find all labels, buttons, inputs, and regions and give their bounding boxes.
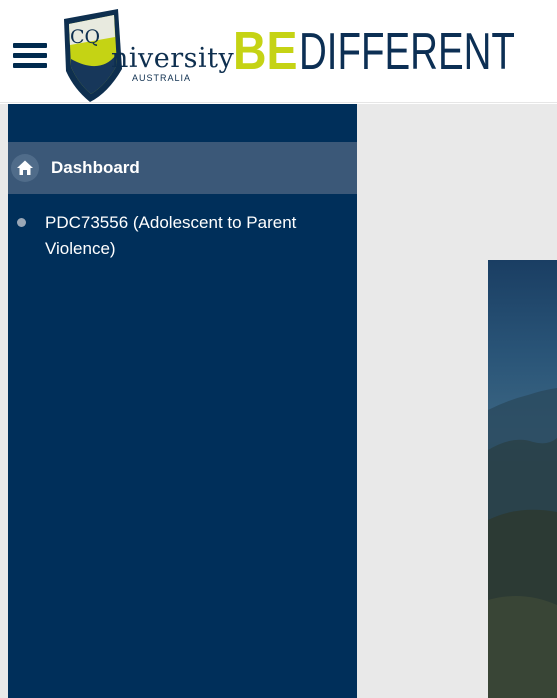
menu-bar (13, 43, 47, 48)
hero-image (488, 260, 557, 698)
sidebar-item-label: PDC73556 (Adolescent to Parent Violence) (45, 213, 297, 258)
sidebar-item-label: Dashboard (51, 158, 140, 177)
home-icon (11, 154, 39, 182)
sidebar-item-course[interactable]: PDC73556 (Adolescent to Parent Violence) (8, 210, 357, 266)
svg-text:CQ: CQ (70, 26, 100, 48)
mountain-landscape-image (488, 388, 557, 698)
sidebar-nav: Dashboard PDC73556 (Adolescent to Parent… (8, 104, 357, 698)
sidebar-item-dashboard[interactable]: Dashboard (8, 142, 357, 194)
cqu-logo[interactable]: CQ niversity AUSTRALIA (60, 9, 234, 105)
logo-subline: AUSTRALIA (132, 73, 192, 83)
menu-bar (13, 63, 47, 68)
slogan-different: DIFFERENT (299, 23, 515, 81)
bullet-icon (17, 218, 26, 227)
top-header: CQ niversity AUSTRALIA BEDIFFERENT (0, 0, 557, 103)
logo-wordmark: niversity (111, 43, 235, 74)
slogan-be: BE (233, 21, 298, 81)
menu-bar (13, 53, 47, 58)
hamburger-menu-icon[interactable] (13, 43, 47, 69)
slogan: BEDIFFERENT (233, 24, 557, 78)
